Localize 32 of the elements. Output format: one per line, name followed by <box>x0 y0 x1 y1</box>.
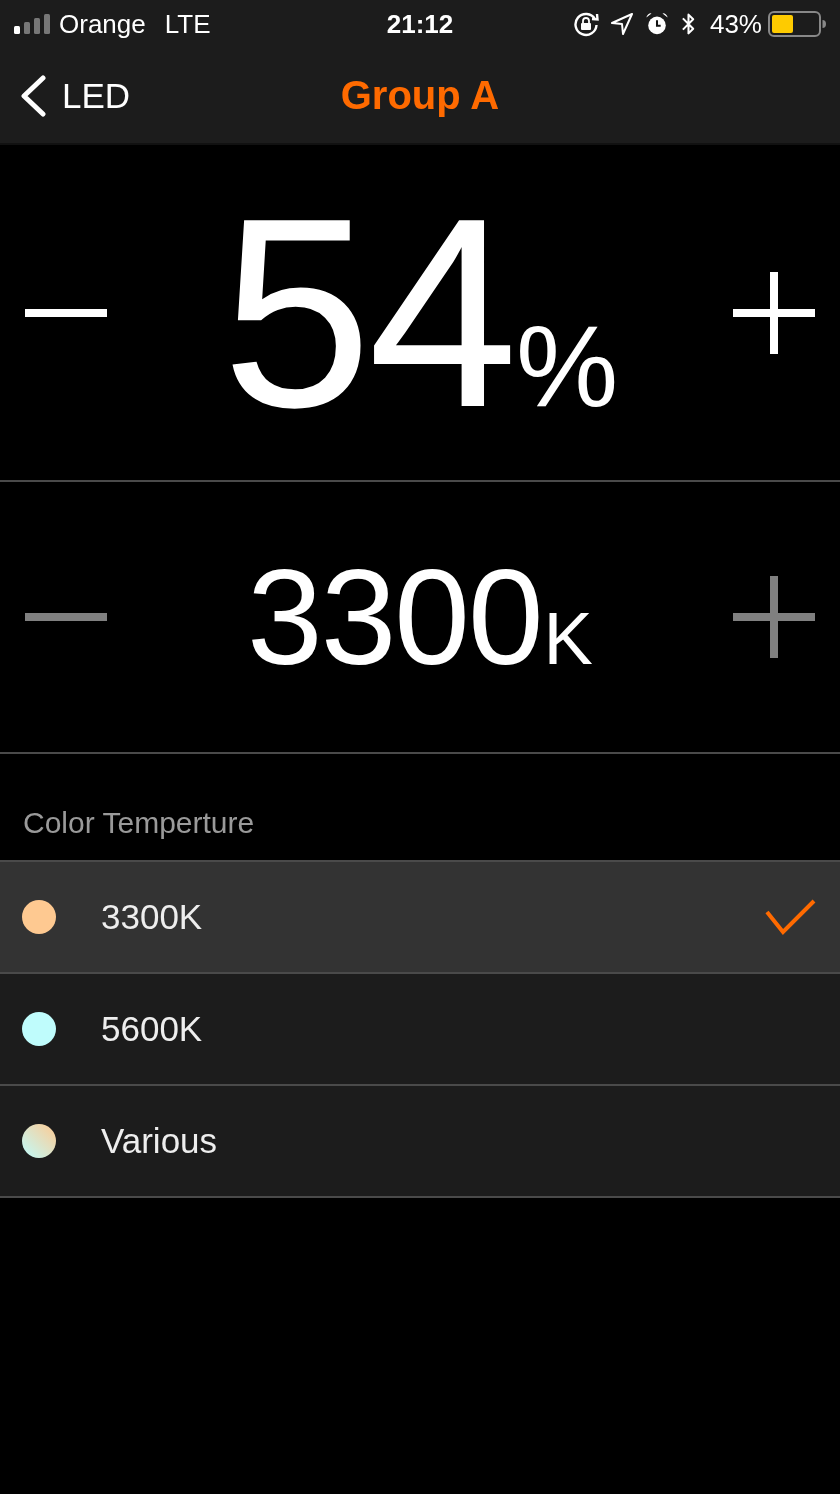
minus-icon <box>25 613 107 621</box>
minus-icon <box>25 308 107 317</box>
color-temperature-option[interactable]: 5600K <box>0 972 840 1084</box>
decrease-button[interactable] <box>25 308 107 317</box>
network-type: LTE <box>164 8 211 40</box>
location-arrow-icon <box>610 13 633 35</box>
status-time: 21:12 <box>386 8 454 40</box>
increase-button[interactable] <box>733 271 815 354</box>
brightness-value: 54 <box>221 177 515 448</box>
checkmark-icon <box>765 898 817 936</box>
carrier-name: Orange <box>59 8 146 40</box>
color-temperature-option[interactable]: 3300K <box>0 860 840 972</box>
temperature-value: 3300 <box>247 549 542 685</box>
section-header: Color Temperture <box>23 806 255 840</box>
rotation-lock-icon <box>572 11 599 37</box>
battery-percentage: 43% <box>709 8 762 40</box>
bluetooth-icon <box>680 11 696 37</box>
brightness-unit: % <box>516 308 619 424</box>
page-title: Group A <box>340 73 500 118</box>
option-label: 5600K <box>101 1009 203 1049</box>
back-button[interactable]: LED <box>0 74 131 117</box>
plus-icon <box>733 576 815 658</box>
battery-icon <box>768 11 826 37</box>
option-label: 3300K <box>101 897 203 937</box>
option-label: Various <box>101 1121 218 1161</box>
alarm-clock-icon <box>644 12 669 36</box>
color-temperature-option[interactable]: Various <box>0 1084 840 1196</box>
plus-icon <box>733 271 815 354</box>
temperature-unit: K <box>543 602 593 676</box>
signal-icon <box>14 14 50 34</box>
gradient-dot-icon <box>22 1124 56 1158</box>
chevron-left-icon <box>20 74 46 117</box>
